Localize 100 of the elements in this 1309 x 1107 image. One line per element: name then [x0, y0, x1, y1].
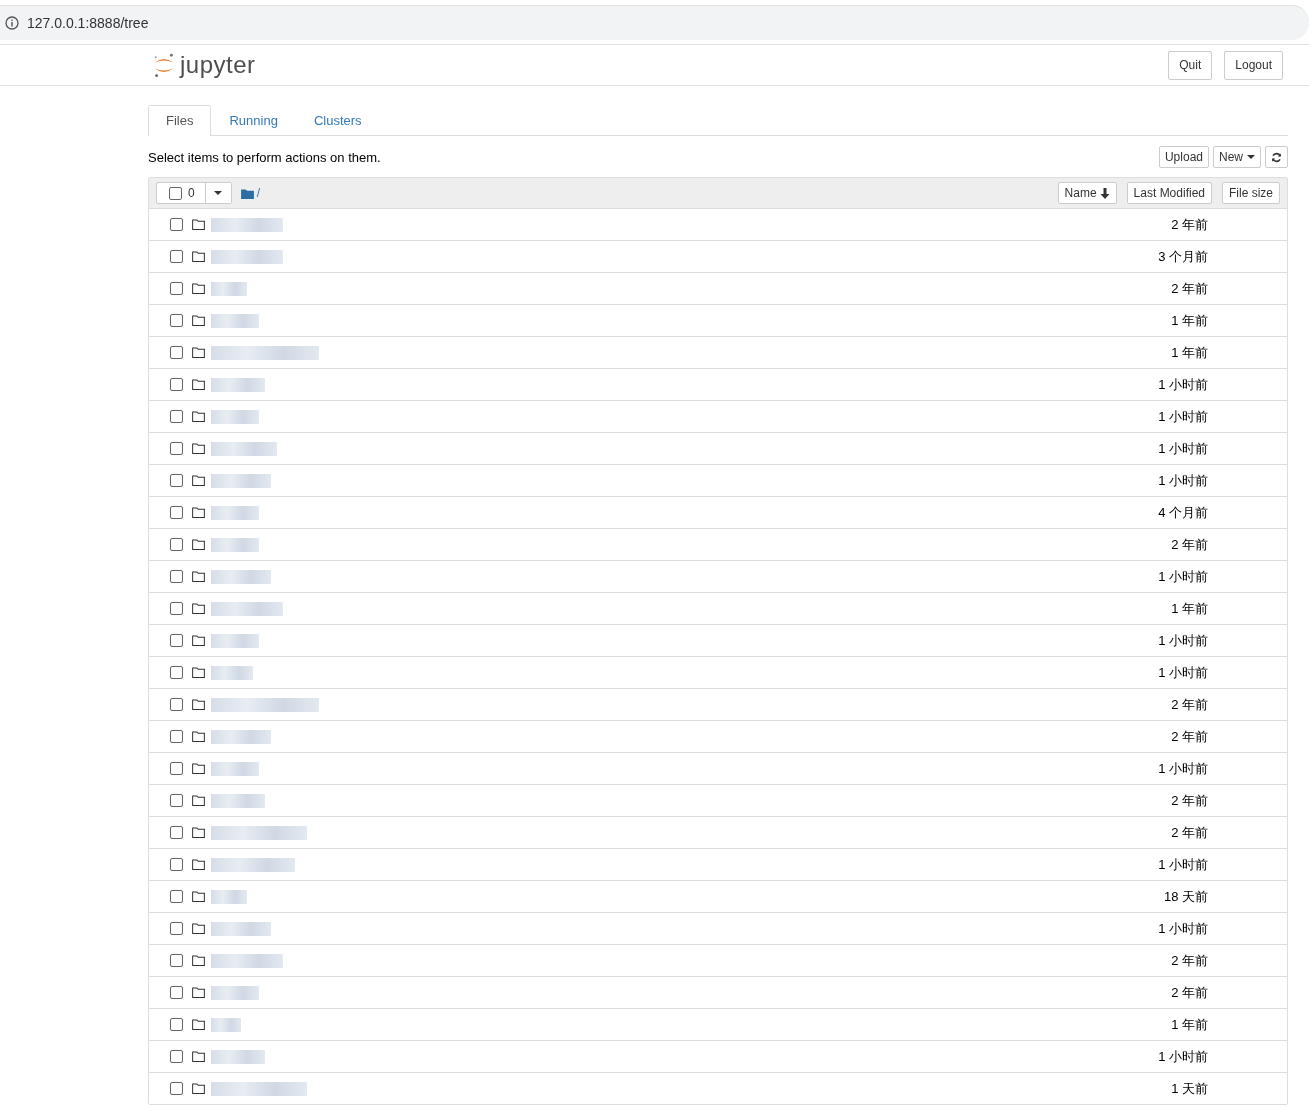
row-checkbox[interactable] [170, 698, 183, 711]
info-icon[interactable] [5, 16, 19, 30]
folder-icon [192, 475, 205, 486]
tab[interactable]: Clusters [295, 105, 380, 135]
row-checkbox[interactable] [170, 890, 183, 903]
folder-icon [192, 1083, 205, 1094]
row-checkbox[interactable] [170, 762, 183, 775]
modified-time: 1 年前 [1170, 1015, 1208, 1034]
row-checkbox[interactable] [170, 602, 183, 615]
folder-icon [192, 987, 205, 998]
address-bar[interactable]: 127.0.0.1:8888/tree [0, 5, 1309, 40]
refresh-icon [1271, 151, 1282, 163]
folder-icon [192, 667, 205, 678]
row-checkbox[interactable] [170, 1082, 183, 1095]
row-checkbox[interactable] [170, 442, 183, 455]
folder-icon [192, 347, 205, 358]
modified-time: 2 年前 [1170, 951, 1208, 970]
sort-button[interactable]: Last Modified [1126, 182, 1212, 204]
row-checkbox[interactable] [170, 570, 183, 583]
row-checkbox[interactable] [170, 634, 183, 647]
folder-icon [192, 539, 205, 550]
folder-icon [192, 731, 205, 742]
sort-button[interactable]: Name [1057, 182, 1117, 204]
row-checkbox[interactable] [170, 1018, 183, 1031]
row-checkbox[interactable] [170, 1050, 183, 1063]
row-checkbox[interactable] [170, 474, 183, 487]
arrow-down-icon [1099, 187, 1110, 199]
header-button[interactable]: Quit [1168, 50, 1213, 80]
row-checkbox[interactable] [170, 218, 183, 231]
folder-icon [192, 795, 205, 806]
folder-icon [192, 635, 205, 646]
modified-time: 2 年前 [1170, 823, 1208, 842]
row-checkbox[interactable] [170, 538, 183, 551]
tab[interactable]: Files [148, 105, 212, 136]
modified-time: 1 小时前 [1157, 407, 1208, 426]
row-checkbox[interactable] [170, 346, 183, 359]
folder-icon [192, 827, 205, 838]
modified-time: 4 个月前 [1157, 503, 1208, 522]
row-checkbox[interactable] [170, 506, 183, 519]
modified-time: 1 小时前 [1157, 439, 1208, 458]
folder-icon [192, 763, 205, 774]
folder-icon [192, 443, 205, 454]
row-checkbox[interactable] [170, 282, 183, 295]
folder-icon [192, 251, 205, 262]
row-checkbox[interactable] [170, 410, 183, 423]
logo-text: jupyter [180, 51, 256, 79]
folder-icon [192, 955, 205, 966]
folder-icon [192, 507, 205, 518]
folder-icon [192, 379, 205, 390]
modified-time: 2 年前 [1170, 727, 1208, 746]
tab[interactable]: Running [211, 105, 296, 135]
row-checkbox[interactable] [170, 378, 183, 391]
folder-icon [192, 603, 205, 614]
modified-time: 1 小时前 [1157, 631, 1208, 650]
logo-icon [152, 51, 176, 79]
modified-time: 1 天前 [1170, 1079, 1208, 1098]
modified-time: 18 天前 [1162, 887, 1208, 906]
modified-time: 1 小时前 [1157, 1047, 1208, 1066]
row-checkbox[interactable] [170, 794, 183, 807]
modified-time: 2 年前 [1170, 279, 1208, 298]
folder-icon [192, 859, 205, 870]
folder-icon [240, 187, 254, 199]
folder-icon [192, 219, 205, 230]
header-button[interactable]: Logout [1224, 50, 1283, 80]
row-checkbox[interactable] [170, 314, 183, 327]
modified-time: 1 小时前 [1157, 919, 1208, 938]
folder-icon [192, 411, 205, 422]
folder-icon [192, 923, 205, 934]
sort-button[interactable]: File size [1222, 182, 1280, 204]
hint-text: Select items to perform actions on them. [148, 149, 381, 165]
url-text: 127.0.0.1:8888/tree [27, 15, 149, 31]
folder-icon [192, 283, 205, 294]
modified-time: 3 个月前 [1157, 247, 1208, 266]
modified-time: 1 小时前 [1157, 759, 1208, 778]
modified-time: 1 小时前 [1157, 567, 1208, 586]
modified-time: 1 小时前 [1157, 471, 1208, 490]
folder-icon [192, 1019, 205, 1030]
row-checkbox[interactable] [170, 986, 183, 999]
modified-time: 1 小时前 [1157, 663, 1208, 682]
folder-icon [192, 571, 205, 582]
row-checkbox[interactable] [170, 826, 183, 839]
row-checkbox[interactable] [170, 922, 183, 935]
modified-time: 2 年前 [1170, 215, 1208, 234]
upload-button[interactable]: Upload [1158, 146, 1209, 168]
modified-time: 1 小时前 [1157, 375, 1208, 394]
modified-time: 2 年前 [1170, 791, 1208, 810]
path-link[interactable]: / [256, 186, 261, 200]
row-checkbox[interactable] [170, 666, 183, 679]
new-button[interactable]: New [1213, 146, 1261, 168]
modified-time: 2 年前 [1170, 535, 1208, 554]
folder-icon [192, 891, 205, 902]
row-checkbox[interactable] [170, 730, 183, 743]
row-checkbox[interactable] [170, 250, 183, 263]
row-checkbox[interactable] [170, 954, 183, 967]
modified-time: 1 小时前 [1157, 855, 1208, 874]
refresh-button[interactable] [1265, 146, 1288, 168]
caret-icon [1247, 155, 1255, 159]
row-checkbox[interactable] [170, 858, 183, 871]
modified-time: 2 年前 [1170, 983, 1208, 1002]
modified-time: 2 年前 [1170, 695, 1208, 714]
